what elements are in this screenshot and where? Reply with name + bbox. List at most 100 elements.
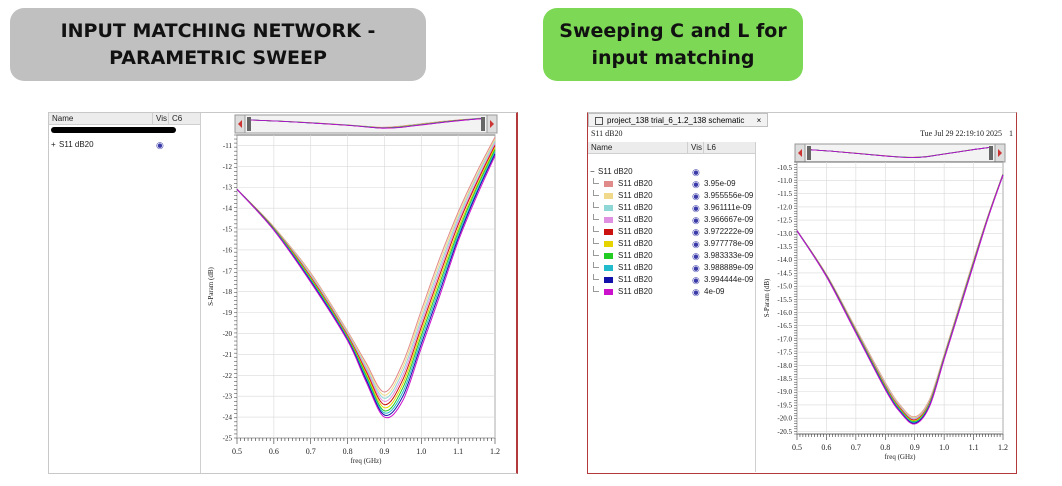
y-tick-label: -17 <box>223 267 233 275</box>
y-tick-label: -15.0 <box>777 283 792 291</box>
eye-icon[interactable]: ◉ <box>692 262 700 274</box>
eye-icon[interactable]: ◉ <box>692 250 700 262</box>
y-tick-label: -14 <box>223 205 233 213</box>
signal-parent-name: S11 dB20 <box>598 167 633 176</box>
signal-name: S11 dB20 <box>59 140 94 149</box>
color-swatch <box>604 277 613 283</box>
eye-icon[interactable]: ◉ <box>692 214 700 226</box>
signal-row[interactable]: S11 dB20 ◉ 3.988889e-09 <box>588 262 755 274</box>
color-swatch <box>604 289 613 295</box>
y-tick-label: -11 <box>223 142 233 150</box>
param-value: 3.95e-09 <box>704 179 736 188</box>
overview-strip[interactable] <box>234 114 498 134</box>
y-tick-label: -19 <box>223 309 233 317</box>
x-tick-label: 0.9 <box>910 443 920 452</box>
signal-name: S11 dB20 <box>618 179 653 188</box>
eye-icon[interactable]: ◉ <box>692 166 700 178</box>
color-swatch <box>604 205 613 211</box>
x-tick-label: 0.5 <box>232 447 242 456</box>
param-value: 3.988889e-09 <box>704 263 754 272</box>
signal-row[interactable]: S11 dB20 ◉ 3.961111e-09 <box>588 202 755 214</box>
overview-frame[interactable] <box>234 114 498 134</box>
eye-icon[interactable]: ◉ <box>692 286 700 298</box>
x-tick-label: 1.2 <box>998 443 1008 452</box>
param-value: 3.994444e-09 <box>704 275 754 284</box>
col-param: C6 <box>172 114 183 123</box>
x-tick-label: 1.1 <box>969 443 979 452</box>
y-tick-label: -14.5 <box>777 269 792 277</box>
signal-row[interactable]: + S11 dB20 ◉ <box>49 139 200 151</box>
overview-handle-left[interactable] <box>247 117 251 131</box>
plot-area-right[interactable]: 0.5 0.6 0.7 0.8 0.9 1.0 1.1 1.2 -10.5 -11.0 -11.5 -… <box>756 142 1016 472</box>
signal-row[interactable]: S11 dB20 ◉ 4e-09 <box>588 286 755 298</box>
y-tick-label: -20 <box>223 330 233 338</box>
x-tick-label: 0.8 <box>880 443 890 452</box>
plot-area-left[interactable]: 0.5 0.6 0.7 0.8 0.9 1.0 1.1 1.2 -11 -12 -13 -14 -15 -… <box>201 113 518 473</box>
signal-children: S11 dB20 ◉ 3.95e-09 S11 dB20 ◉ 3.955556e-09 S1… <box>588 178 755 298</box>
col-name: Name <box>49 113 153 124</box>
col-name: Name <box>588 142 688 153</box>
collapse-icon[interactable]: − <box>590 166 595 178</box>
tree-connector <box>593 250 599 256</box>
eye-icon[interactable]: ◉ <box>692 274 700 286</box>
x-axis-label: freq (GHz) <box>351 457 383 465</box>
expand-icon[interactable]: + <box>51 139 56 151</box>
color-swatch <box>604 229 613 235</box>
x-tick-label: 1.2 <box>490 447 500 456</box>
eye-icon[interactable]: ◉ <box>692 190 700 202</box>
eye-icon[interactable]: ◉ <box>692 178 700 190</box>
signal-row[interactable]: S11 dB20 ◉ 3.977778e-09 <box>588 238 755 250</box>
x-tick-label: 0.5 <box>792 443 802 452</box>
tab-label: project_138 trial_6_1.2_138 schematic <box>607 116 745 125</box>
eye-icon[interactable]: ◉ <box>692 226 700 238</box>
signal-row[interactable]: S11 dB20 ◉ 3.994444e-09 <box>588 274 755 286</box>
y-tick-label: -11.0 <box>778 177 793 185</box>
tree-scrollbar[interactable] <box>51 127 176 133</box>
signal-name: S11 dB20 <box>618 227 653 236</box>
tree-connector <box>593 238 599 244</box>
signal-parent-row[interactable]: − S11 dB20 ◉ <box>588 166 755 178</box>
signal-row[interactable]: S11 dB20 ◉ 3.955556e-09 <box>588 190 755 202</box>
signal-row[interactable]: S11 dB20 ◉ 3.966667e-09 <box>588 214 755 226</box>
eye-icon[interactable]: ◉ <box>692 238 700 250</box>
tree-connector <box>593 214 599 220</box>
waveform-window-left: Name Vis C6 + S11 dB20 ◉ 0.5 0.6 0.7 0.8 0.9… <box>48 112 518 474</box>
x-axis-label: freq (GHz) <box>885 453 917 461</box>
y-tick-label: -18.5 <box>777 375 792 383</box>
overview-frame[interactable] <box>794 143 1006 163</box>
color-swatch <box>604 181 613 187</box>
signal-row[interactable]: S11 dB20 ◉ 3.972222e-09 <box>588 226 755 238</box>
close-icon[interactable]: × <box>757 116 762 125</box>
param-value: 3.961111e-09 <box>704 203 752 212</box>
y-tick-label: -19.0 <box>777 388 792 396</box>
param-value: 4e-09 <box>704 287 725 296</box>
overview-strip[interactable] <box>794 143 1006 163</box>
plot-frame <box>236 134 496 439</box>
col-param: L6 <box>707 143 716 152</box>
signal-row[interactable]: S11 dB20 ◉ 3.983333e-09 <box>588 250 755 262</box>
y-tick-label: -13.5 <box>777 243 792 251</box>
x-tick-label: 0.7 <box>306 447 316 456</box>
x-tick-label: 1.1 <box>453 447 463 456</box>
x-tick-label: 0.7 <box>851 443 861 452</box>
overview-handle-right[interactable] <box>989 146 993 160</box>
eye-icon[interactable]: ◉ <box>692 202 700 214</box>
signal-row[interactable]: S11 dB20 ◉ 3.95e-09 <box>588 178 755 190</box>
param-value: 3.972222e-09 <box>704 227 754 236</box>
y-tick-label: -10.5 <box>777 164 792 172</box>
y-axis-label: S-Param (dB) <box>207 266 215 305</box>
window-title-bar: S11 dB20 Tue Jul 29 22:19:10 2025 1 <box>588 129 1016 141</box>
tree-connector <box>593 178 599 184</box>
y-tick-label: -22 <box>223 372 233 380</box>
tree-connector <box>593 202 599 208</box>
x-tick-label: 0.9 <box>379 447 389 456</box>
x-tick-label: 0.8 <box>343 447 353 456</box>
signal-name: S11 dB20 <box>618 251 653 260</box>
signal-name: S11 dB20 <box>618 239 653 248</box>
schematic-tab[interactable]: project_138 trial_6_1.2_138 schematic × <box>588 113 769 127</box>
overview-handle-right[interactable] <box>481 117 485 131</box>
eye-icon[interactable]: ◉ <box>156 139 164 151</box>
plot-grid <box>234 134 496 444</box>
overview-handle-left[interactable] <box>807 146 811 160</box>
banner-right-line1: Sweeping C and L for <box>559 19 787 42</box>
